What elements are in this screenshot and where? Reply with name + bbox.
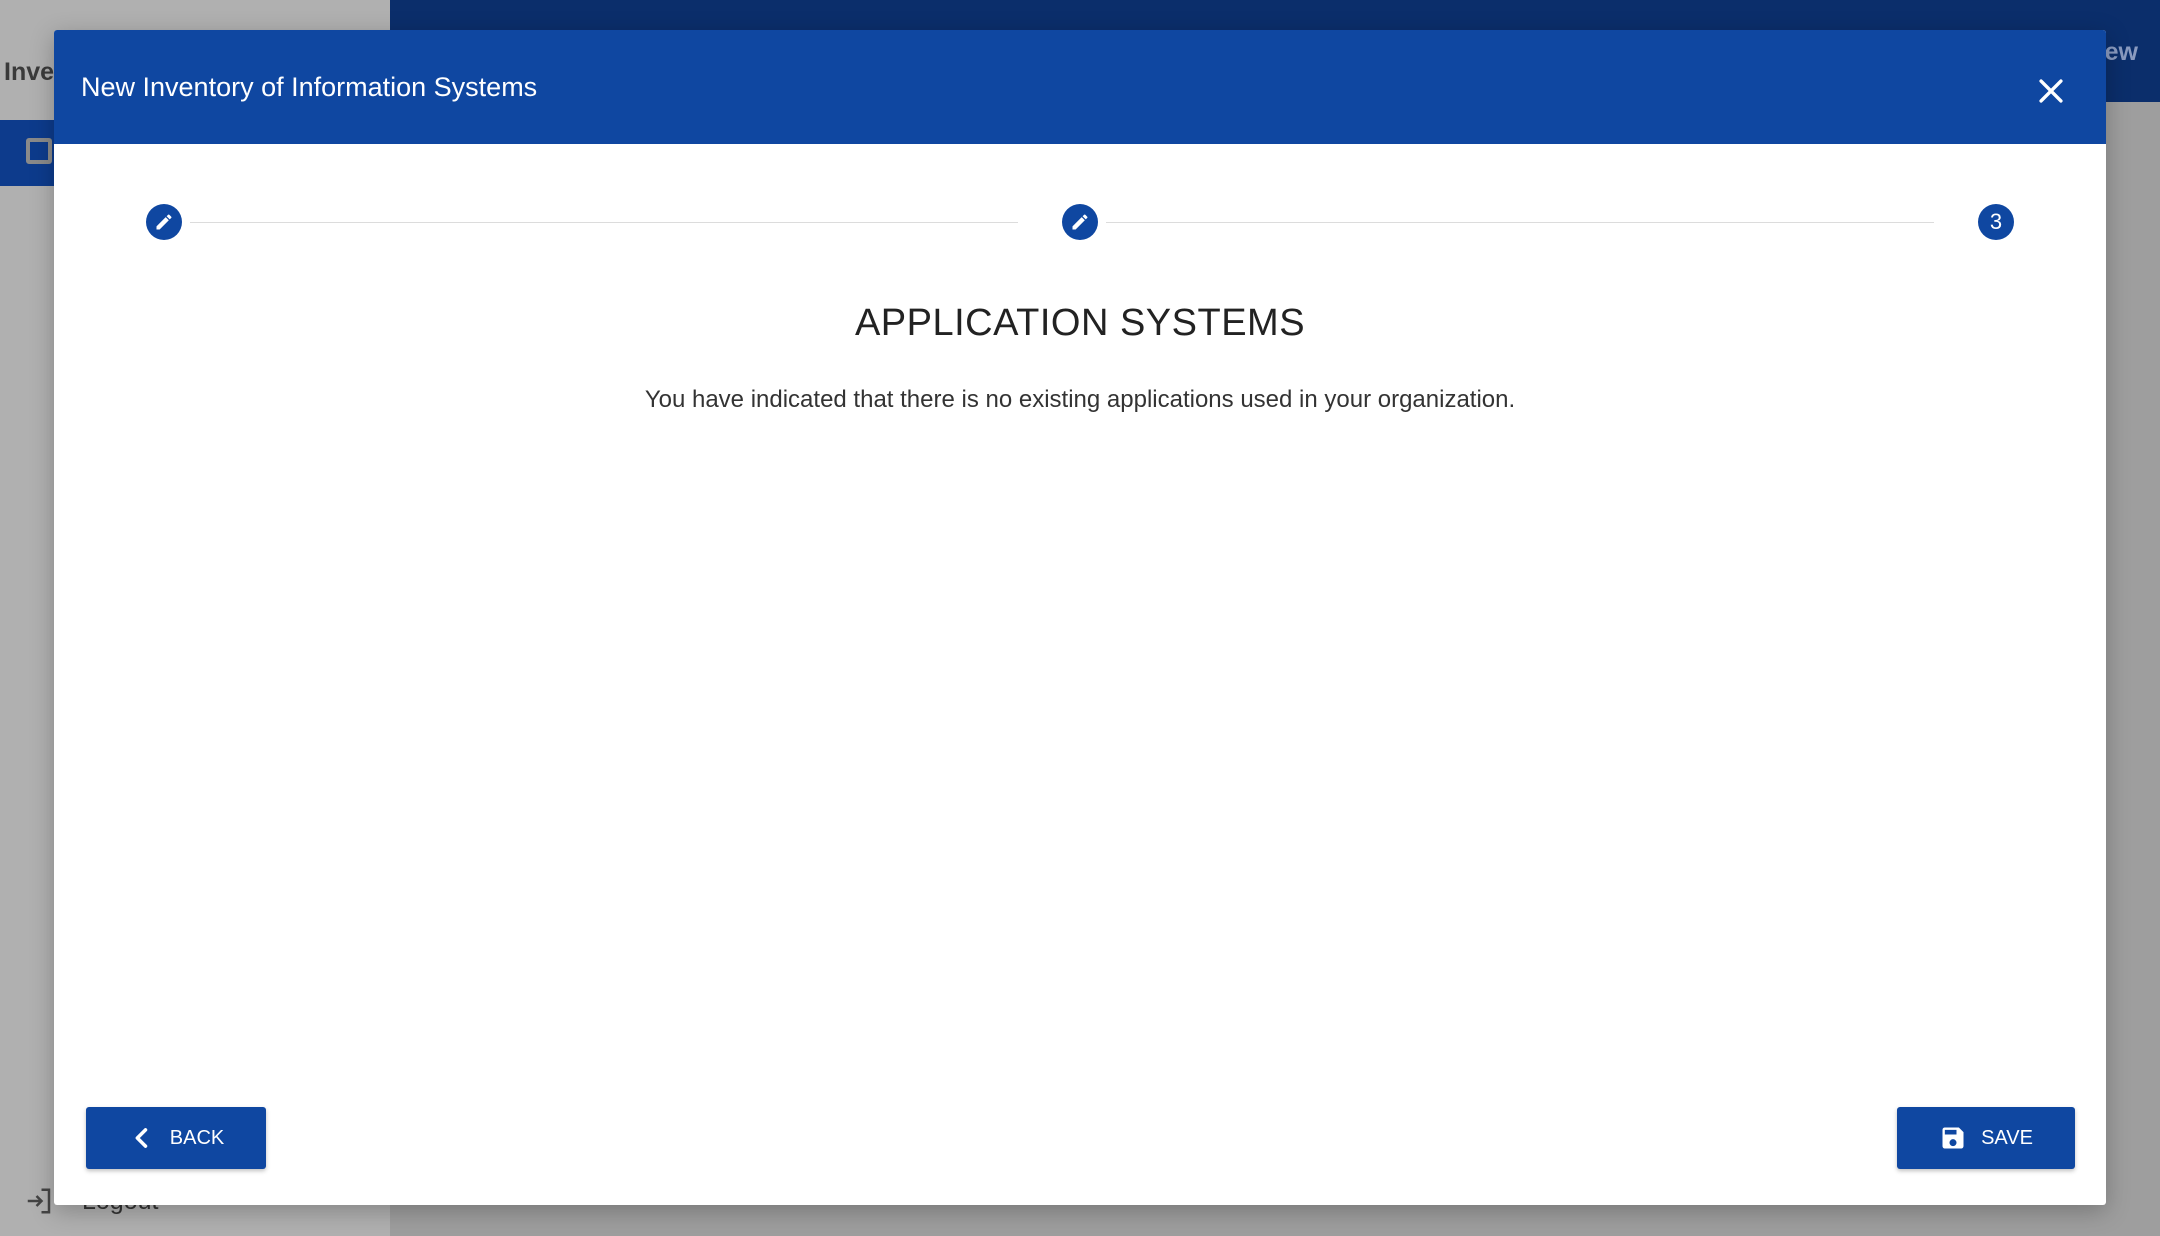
pencil-icon: [156, 214, 172, 230]
sidebar-app-title: Inve: [4, 58, 55, 86]
step-2-edit[interactable]: [1062, 204, 1098, 240]
back-button-label: BACK: [169, 1126, 225, 1149]
info-message: You have indicated that there is no exis…: [644, 386, 1516, 413]
step-3-label: 3: [1989, 209, 2003, 234]
step-connector: [1106, 222, 1934, 223]
step-1-edit[interactable]: [146, 204, 182, 240]
chevron-left-icon: [135, 1128, 148, 1148]
step-connector: [190, 222, 1018, 223]
dialog-title: New Inventory of Information Systems: [81, 72, 538, 102]
save-button-label: SAVE: [1981, 1126, 2033, 1149]
floppy-disk-icon: [1942, 1127, 1964, 1149]
back-button[interactable]: BACK: [86, 1107, 266, 1169]
sidebar-item-active: [0, 120, 60, 186]
close-icon: [2039, 79, 2063, 103]
stepper: 3: [146, 202, 2014, 242]
pencil-icon: [1072, 214, 1088, 230]
header-right-text: ew: [2104, 38, 2138, 66]
new-inventory-dialog: New Inventory of Information Systems 3 A…: [54, 30, 2106, 1205]
dialog-header: New Inventory of Information Systems: [54, 30, 2106, 144]
section-heading: APPLICATION SYSTEMS: [854, 302, 1306, 344]
close-button[interactable]: [2034, 74, 2068, 108]
step-3-active[interactable]: 3: [1978, 204, 2014, 240]
save-button[interactable]: SAVE: [1897, 1107, 2075, 1169]
archive-icon: [26, 138, 52, 164]
logout-icon: [27, 1188, 51, 1214]
